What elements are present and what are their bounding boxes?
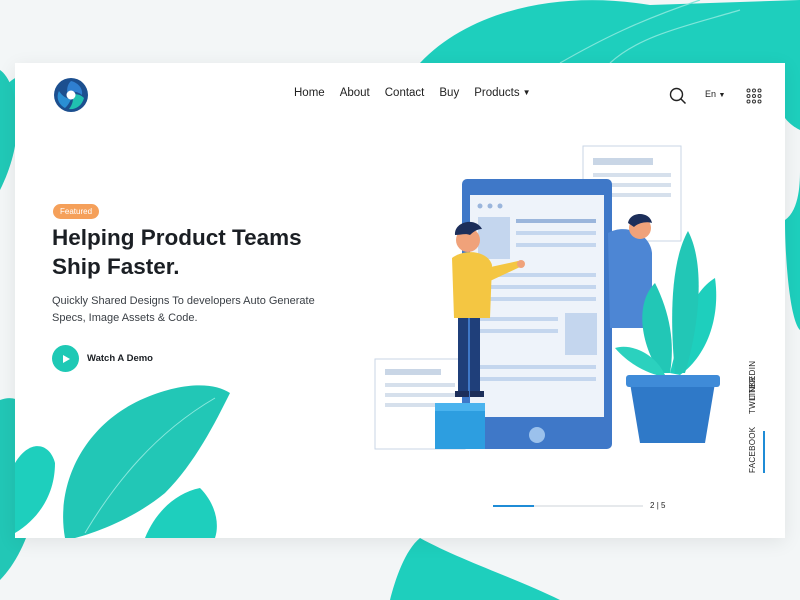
logo-icon[interactable]	[53, 77, 89, 113]
watch-demo-button[interactable]: Watch A Demo	[52, 345, 153, 372]
main-nav: Home About Contact Buy Products ▼	[294, 87, 531, 99]
language-label: En	[705, 89, 717, 99]
slide-pager: 2 | 5	[650, 501, 665, 510]
pager-current: 2	[650, 501, 655, 510]
nav-item-products-label: Products	[474, 87, 520, 99]
hero-subtitle: Quickly Shared Designs To developers Aut…	[52, 293, 352, 327]
play-icon	[52, 345, 79, 372]
slide-progress-fill	[493, 505, 534, 507]
social-label-facebook: FACEBOOK	[748, 426, 757, 473]
hero-title-line1: Helping Product Teams	[52, 225, 302, 250]
language-selector[interactable]: En ▼	[705, 89, 725, 99]
chevron-down-icon: ▼	[718, 92, 726, 99]
social-active-indicator	[763, 431, 765, 473]
hero-subtitle-line1: Quickly Shared Designs To developers Aut…	[52, 295, 315, 307]
hero-title-line2: Ship Faster.	[52, 254, 180, 279]
nav-item-contact[interactable]: Contact	[385, 87, 425, 99]
pager-total: 5	[661, 501, 666, 510]
featured-badge: Featured	[53, 204, 100, 219]
hero-illustration	[374, 145, 720, 450]
slide-progress-bar	[493, 505, 643, 507]
search-icon[interactable]	[669, 87, 687, 105]
hero-subtitle-line2: Specs, Image Assets & Code.	[52, 312, 198, 324]
chevron-down-icon: ▼	[522, 88, 531, 97]
social-link-twitter[interactable]: TWITTER	[748, 376, 762, 417]
nav-item-products[interactable]: Products ▼	[474, 87, 530, 99]
nav-item-about[interactable]: About	[340, 87, 370, 99]
social-label-twitter: TWITTER	[748, 376, 757, 414]
grid-menu-icon[interactable]	[746, 88, 762, 104]
watch-demo-label: Watch A Demo	[87, 353, 153, 364]
pager-separator: |	[656, 501, 659, 510]
landing-page-card: Home About Contact Buy Products ▼ En ▼ Fe…	[15, 63, 785, 538]
nav-item-buy[interactable]: Buy	[439, 87, 459, 99]
social-link-facebook[interactable]: FACEBOOK	[748, 427, 762, 476]
nav-item-home[interactable]: Home	[294, 87, 325, 99]
hero-title: Helping Product Teams Ship Faster.	[52, 223, 372, 281]
